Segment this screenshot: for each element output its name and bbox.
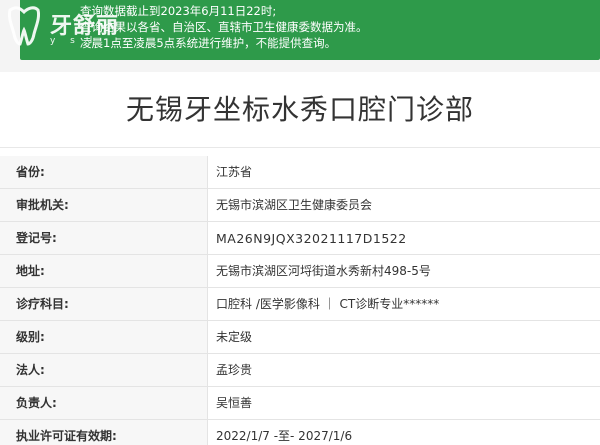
field-value: 2022/1/7 -至- 2027/1/6 xyxy=(208,420,600,445)
table-row: 登记号: MA26N9JQX32021117D1522 xyxy=(0,222,600,255)
field-label: 法人: xyxy=(0,354,208,386)
notice-line: 查询结果以各省、自治区、直辖市卫生健康委数据为准。 xyxy=(80,20,368,34)
notice-banner: 查询数据截止到2023年6月11日22时; 查询结果以各省、自治区、直辖市卫生健… xyxy=(20,0,600,60)
table-row: 诊疗科目: 口腔科 /医学影像科 ｜ CT诊断专业****** xyxy=(0,288,600,321)
table-row: 负责人: 吴恒善 xyxy=(0,387,600,420)
field-value: 孟珍贵 xyxy=(208,354,600,386)
field-value: 无锡市滨湖区河埒街道水秀新村498-5号 xyxy=(208,255,600,287)
table-row: 地址: 无锡市滨湖区河埒街道水秀新村498-5号 xyxy=(0,255,600,288)
field-label: 地址: xyxy=(0,255,208,287)
info-table: 省份: 江苏省 审批机关: 无锡市滨湖区卫生健康委员会 登记号: MA26N9J… xyxy=(0,156,600,445)
field-value: 吴恒善 xyxy=(208,387,600,419)
notice-line: 凌晨1点至凌晨5点系统进行维护，不能提供查询。 xyxy=(80,36,337,50)
field-label: 执业许可证有效期: xyxy=(0,420,208,445)
notice-line: 查询数据截止到2023年6月11日22时; xyxy=(80,4,277,18)
table-row: 法人: 孟珍贵 xyxy=(0,354,600,387)
field-label: 负责人: xyxy=(0,387,208,419)
field-label: 审批机关: xyxy=(0,189,208,221)
table-row: 省份: 江苏省 xyxy=(0,156,600,189)
table-row: 审批机关: 无锡市滨湖区卫生健康委员会 xyxy=(0,189,600,222)
field-value: 口腔科 /医学影像科 ｜ CT诊断专业****** xyxy=(208,288,600,320)
table-row: 执业许可证有效期: 2022/1/7 -至- 2027/1/6 xyxy=(0,420,600,445)
field-value: 未定级 xyxy=(208,321,600,353)
field-value: 无锡市滨湖区卫生健康委员会 xyxy=(208,189,600,221)
field-label: 省份: xyxy=(0,156,208,188)
field-label: 诊疗科目: xyxy=(0,288,208,320)
page-title: 无锡牙坐标水秀口腔门诊部 xyxy=(0,72,600,148)
field-label: 登记号: xyxy=(0,222,208,254)
field-value: MA26N9JQX32021117D1522 xyxy=(208,222,600,254)
table-row: 级别: 未定级 xyxy=(0,321,600,354)
clinic-info-panel: 无锡牙坐标水秀口腔门诊部 省份: 江苏省 审批机关: 无锡市滨湖区卫生健康委员会… xyxy=(0,72,600,445)
field-value: 江苏省 xyxy=(208,156,600,188)
field-label: 级别: xyxy=(0,321,208,353)
